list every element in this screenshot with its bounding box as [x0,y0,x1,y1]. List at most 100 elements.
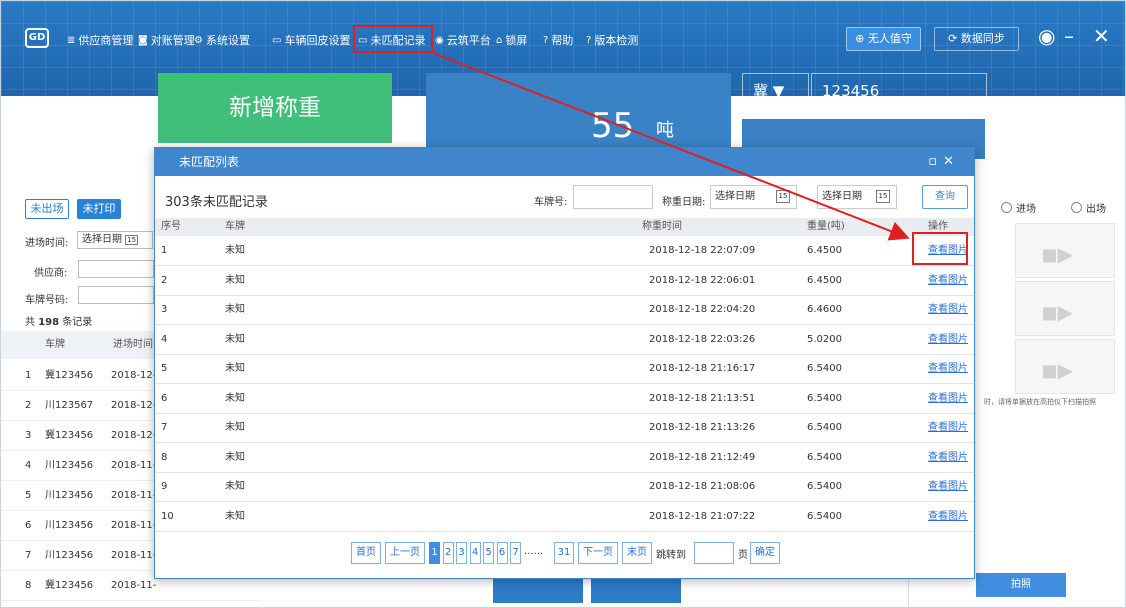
cell-weight: 6.4500 [807,274,842,286]
plate-filter-input[interactable] [573,185,653,209]
cell-weight: 6.5400 [807,451,842,463]
sync-button[interactable]: ⟳ 数据同步 [934,27,1019,51]
menu-help[interactable]: ? 帮助 [543,32,573,48]
table-row: 2 未知 2018-12-18 22:06:01 6.4500 查看图片 [155,266,974,296]
plate-input[interactable]: 123456 [811,73,987,109]
cell-weight: 6.4500 [807,245,842,256]
user-icon[interactable]: ◉ [1038,23,1055,49]
menu-reconcile[interactable]: ◙ 对账管理 [138,32,195,48]
cell-time: 2018-12-18 21:16:17 [649,363,756,374]
radio-entry[interactable]: 进场 [1001,200,1036,215]
cell-plate: 未知 [225,333,245,345]
cell-time: 2018-12-18 21:13:51 [649,392,756,404]
cell-weight: 6.5400 [807,392,842,404]
row-number: 7 [25,550,32,561]
cell-time: 2018-12-18 22:06:01 [649,274,756,286]
snapshot-button[interactable]: 拍照 [976,573,1066,597]
menu-version[interactable]: ? 版本检测 [586,32,638,48]
view-image-link[interactable]: 查看图片 [928,325,968,355]
view-image-link[interactable]: 查看图片 [928,354,968,384]
close-button[interactable]: ✕ [1093,23,1110,49]
calendar-icon[interactable]: 15 [776,190,790,203]
page-5[interactable]: 5 [483,542,494,564]
row-plate: 川123567 [45,400,94,411]
cell-no: 1 [161,245,168,256]
table-row: 6 未知 2018-12-18 21:13:51 6.5400 查看图片 [155,384,974,414]
page-1[interactable]: 1 [429,542,440,564]
help-icon: ? [586,34,592,46]
tab-not-exited[interactable]: 未出场 [25,199,69,219]
row-number: 8 [25,580,32,591]
radio-circle-icon [1071,202,1082,213]
supplier-label: 供应商: [34,268,68,279]
last-page-button[interactable]: 末页 [622,542,652,564]
menu-tare-settings[interactable]: ▭ 车辆回皮设置 [272,32,350,48]
view-image-link[interactable]: 查看图片 [928,472,968,502]
page-31[interactable]: 31 [554,542,574,564]
cell-plate: 未知 [225,422,245,433]
truck-icon: ▭ [272,34,282,46]
row-plate: 川123456 [45,460,94,471]
page-6[interactable]: 6 [496,542,508,564]
row-plate: 川123456 [45,490,94,501]
page-4[interactable]: 4 [469,542,481,564]
row-time: 2018-12- [111,370,157,381]
row-number: 2 [25,400,32,411]
view-image-link[interactable]: 查看图片 [928,295,968,325]
minimize-button[interactable]: – [1064,23,1074,49]
menu-lock[interactable]: ⌂ 锁屏 [496,32,527,48]
prev-page-button[interactable]: 上一页 [385,542,425,564]
new-weigh-button[interactable]: 新增称重 [158,73,392,143]
menu-cloud[interactable]: ◉ 云筑平台 [435,32,491,48]
cell-no: 7 [161,422,168,433]
cell-plate: 未知 [225,481,245,492]
row-number: 3 [25,430,32,441]
ghost-button [493,579,583,603]
view-image-link[interactable]: 查看图片 [928,384,968,414]
menu-settings[interactable]: ⚙ 系统设置 [194,32,250,48]
plate-label: 车牌号码: [25,295,69,306]
table-row: 8 未知 2018-12-18 21:12:49 6.5400 查看图片 [155,443,974,473]
first-page-button[interactable]: 首页 [351,542,381,564]
calendar-icon[interactable]: 15 [876,190,890,203]
cell-plate: 未知 [225,451,245,463]
page-3[interactable]: 3 [456,542,467,564]
cell-no: 2 [161,274,168,286]
row-number: 4 [25,460,32,471]
cell-time: 2018-12-18 21:13:26 [649,422,756,433]
table-row: 4 未知 2018-12-18 22:03:26 5.0200 查看图片 [155,325,974,355]
view-image-link[interactable]: 查看图片 [928,413,968,443]
province-select[interactable]: 冀 ▼ [742,73,809,109]
next-page-button[interactable]: 下一页 [578,542,618,564]
table-row: 10 未知 2018-12-18 21:07:22 6.5400 查看图片 [155,502,974,532]
maximize-icon[interactable]: ▫ [928,154,943,169]
page-2[interactable]: 2 [442,542,454,564]
entry-date-field[interactable]: 选择日期 15 [77,231,153,249]
plate-field[interactable] [78,286,154,304]
cell-no: 9 [161,481,168,492]
view-image-link[interactable]: 查看图片 [928,443,968,473]
view-image-link[interactable]: 查看图片 [928,502,968,532]
cell-weight: 6.5400 [807,481,842,492]
record-count: 共 198 条记录 [25,317,93,328]
view-image-link[interactable]: 查看图片 [928,266,968,296]
cell-no: 5 [161,363,168,374]
truck-icon: ◼▶ [1041,242,1073,266]
page-7[interactable]: 7 [510,542,521,564]
menu-supplier[interactable]: ≣ 供应商管理 [67,32,133,48]
weight-value: 55 [591,106,635,146]
query-button[interactable]: 查询 [922,185,968,209]
tab-not-printed[interactable]: 未打印 [77,199,121,219]
supplier-field[interactable] [78,260,154,278]
cloud-icon: ◉ [435,34,444,46]
close-icon[interactable]: ✕ [943,154,960,169]
confirm-button[interactable]: 确定 [750,542,780,564]
logo-icon: GD [25,28,49,48]
radio-exit[interactable]: 出场 [1071,200,1106,215]
cell-weight: 6.5400 [807,422,842,433]
cell-plate: 未知 [225,274,245,286]
row-time: 2018-11- [111,490,157,501]
unattended-button[interactable]: ⊕ 无人值守 [846,27,921,51]
row-number: 5 [25,490,32,501]
jump-input[interactable] [694,542,734,564]
